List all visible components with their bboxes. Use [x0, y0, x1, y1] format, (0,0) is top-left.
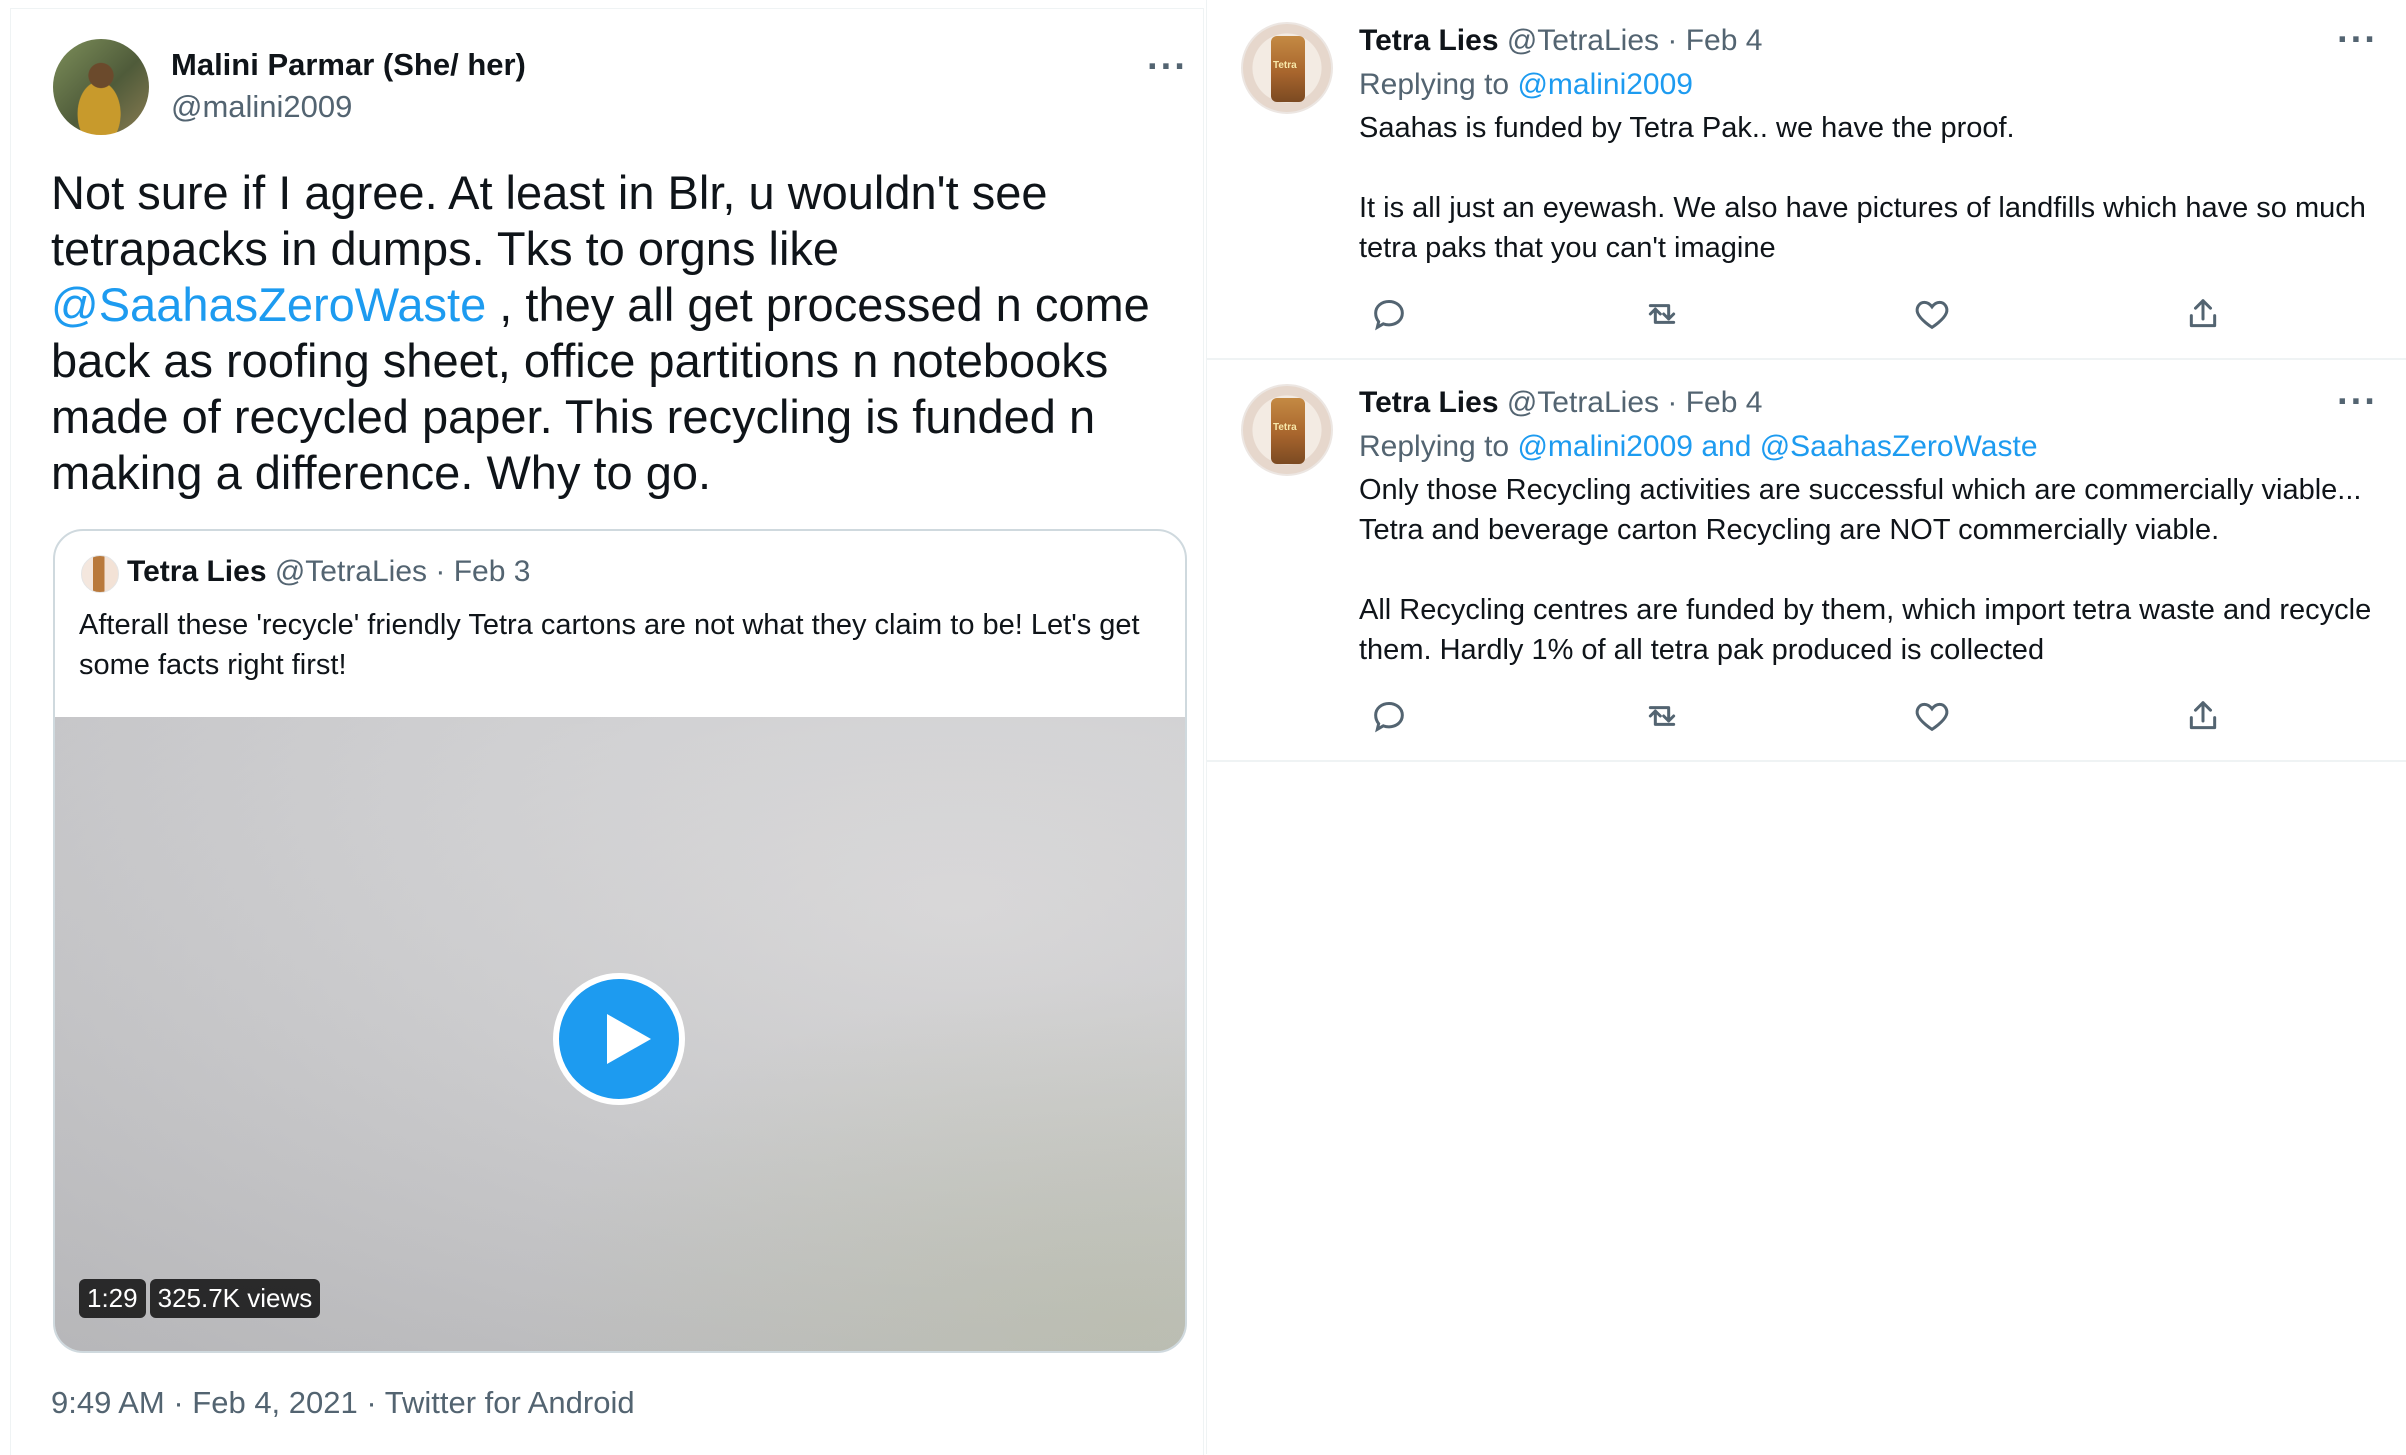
like-icon[interactable]: [1912, 294, 1952, 334]
reply-actions: [1359, 294, 2259, 334]
quoted-tweet-card[interactable]: Tetra Lies @TetraLies · Feb 3 Afterall t…: [53, 529, 1187, 1353]
retweet-icon[interactable]: [1642, 696, 1682, 736]
replying-to-link[interactable]: @malini2009: [1517, 68, 1693, 101]
video-meta: 1:29 325.7K views: [79, 1279, 321, 1318]
author-handle[interactable]: @malini2009: [171, 89, 352, 125]
replying-to-link[interactable]: @malini2009 and @SaahasZeroWaste: [1517, 430, 2037, 463]
reply-date[interactable]: · Feb 4: [1667, 24, 1762, 57]
reply-date[interactable]: · Feb 4: [1667, 386, 1762, 419]
video-player[interactable]: 1:29 325.7K views: [55, 717, 1185, 1351]
reply-author-handle[interactable]: @TetraLies: [1507, 24, 1659, 57]
more-icon[interactable]: ···: [2337, 21, 2378, 59]
video-views: 325.7K views: [149, 1279, 321, 1318]
tweet-timestamp[interactable]: 9:49 AM · Feb 4, 2021 · Twitter for Andr…: [51, 1385, 635, 1421]
quoted-author-handle: @TetraLies: [274, 555, 428, 588]
reply-tweet[interactable]: Tetra Lies @TetraLies · Feb 4 ··· Replyi…: [1207, 0, 2406, 360]
reply-text: Only those Recycling activities are succ…: [1359, 474, 2372, 666]
reply-tweet[interactable]: Tetra Lies @TetraLies · Feb 4 ··· Replyi…: [1207, 360, 2406, 762]
quoted-tweet-text: Afterall these 'recycle' friendly Tetra …: [79, 609, 1140, 681]
reply-icon[interactable]: [1369, 696, 1409, 736]
more-icon[interactable]: ···: [2337, 383, 2378, 421]
quoted-author-name: Tetra Lies: [127, 555, 267, 588]
reply-author-avatar[interactable]: [1241, 384, 1333, 476]
quoted-author-avatar: [81, 555, 119, 593]
reply-author-handle[interactable]: @TetraLies: [1507, 386, 1659, 419]
author-name[interactable]: Malini Parmar (She/ her): [171, 47, 526, 83]
reply-icon[interactable]: [1369, 294, 1409, 334]
tweet-text: Not sure if I agree. At least in Blr, u …: [51, 165, 1171, 501]
replying-to-label: Replying to: [1359, 430, 1518, 463]
reply-author-avatar[interactable]: [1241, 22, 1333, 114]
replying-to: Replying to @malini2009 and @SaahasZeroW…: [1359, 430, 2038, 464]
reply-author-name[interactable]: Tetra Lies: [1359, 24, 1499, 57]
play-icon[interactable]: [553, 973, 685, 1105]
reply-author-name[interactable]: Tetra Lies: [1359, 386, 1499, 419]
replying-to: Replying to @malini2009: [1359, 68, 1693, 102]
author-avatar[interactable]: [53, 39, 149, 135]
replies-column: Tetra Lies @TetraLies · Feb 4 ··· Replyi…: [1206, 0, 2406, 1454]
mention-link[interactable]: @SaahasZeroWaste: [51, 278, 486, 331]
reply-header: Tetra Lies @TetraLies · Feb 4: [1359, 24, 1762, 58]
reply-actions: [1359, 696, 2259, 736]
quoted-tweet-date: · Feb 3: [435, 555, 531, 588]
main-tweet: Malini Parmar (She/ her) @malini2009 ···…: [10, 8, 1204, 1455]
more-icon[interactable]: ···: [1147, 48, 1188, 86]
reply-text: Saahas is funded by Tetra Pak.. we have …: [1359, 112, 2366, 264]
quoted-tweet-header: Tetra Lies @TetraLies · Feb 3: [127, 555, 530, 589]
like-icon[interactable]: [1912, 696, 1952, 736]
reply-header: Tetra Lies @TetraLies · Feb 4: [1359, 386, 1762, 420]
video-duration: 1:29: [79, 1279, 146, 1318]
tweet-text-part1: Not sure if I agree. At least in Blr, u …: [51, 166, 1048, 275]
share-icon[interactable]: [2183, 696, 2223, 736]
retweet-icon[interactable]: [1642, 294, 1682, 334]
replying-to-label: Replying to: [1359, 68, 1518, 101]
share-icon[interactable]: [2183, 294, 2223, 334]
